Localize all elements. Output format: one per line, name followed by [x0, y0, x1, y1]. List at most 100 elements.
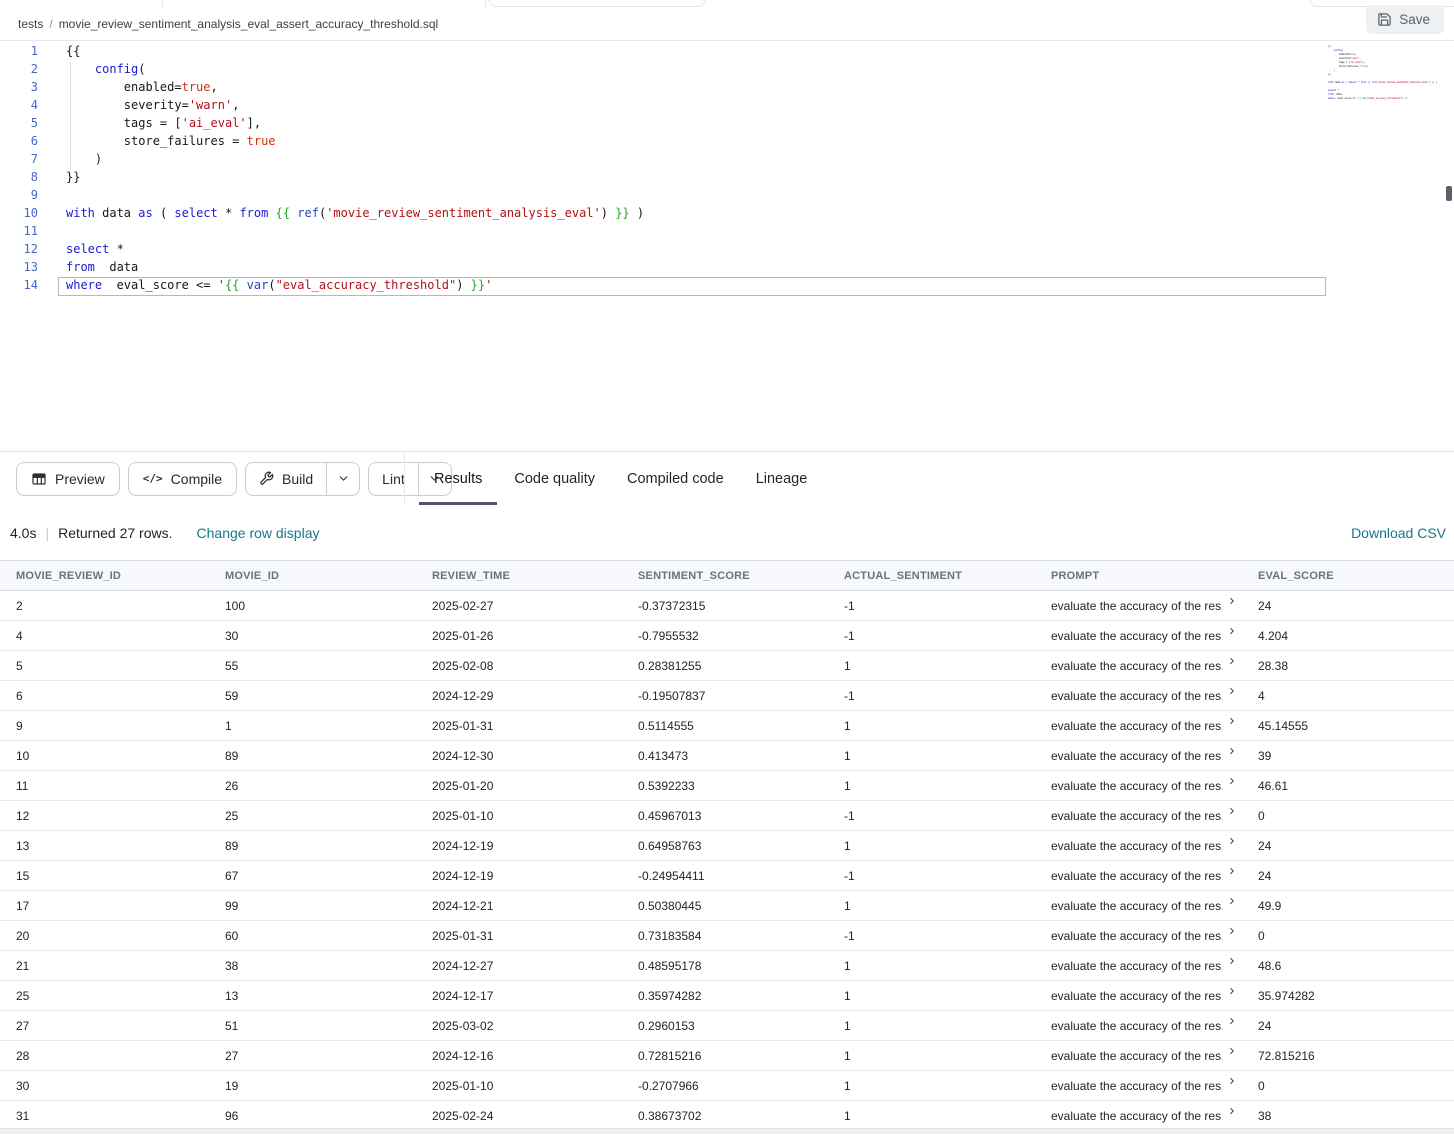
line-number: 8 — [0, 170, 38, 188]
eval-score-cell: 39 — [1242, 741, 1454, 771]
table-row: 15672024-12-19-0.24954411-1evaluate the … — [0, 861, 1454, 891]
prompt-cell: evaluate the accuracy of the res… — [1035, 681, 1242, 711]
save-icon — [1377, 12, 1392, 27]
eval-score-cell: 4.204 — [1242, 621, 1454, 651]
preview-button[interactable]: Preview — [16, 462, 120, 496]
cell: 96 — [209, 1101, 416, 1131]
prompt-expand-chevron-icon[interactable] — [1227, 1105, 1237, 1119]
column-header-movie-review-id[interactable]: MOVIE_REVIEW_ID — [0, 561, 209, 591]
prompt-expand-chevron-icon[interactable] — [1227, 655, 1237, 669]
cell: -0.24954411 — [622, 861, 828, 891]
prompt-expand-chevron-icon[interactable] — [1227, 955, 1237, 969]
tab-lineage[interactable]: Lineage — [741, 452, 823, 505]
prompt-preview-text: evaluate the accuracy of the res… — [1051, 929, 1223, 943]
code-line[interactable]: where eval_score <= '{{ var("eval_accura… — [66, 278, 1454, 296]
minimap[interactable]: {{ config( enabled=true, severity='warn'… — [1328, 45, 1446, 101]
line-number: 5 — [0, 116, 38, 134]
prompt-expand-chevron-icon[interactable] — [1227, 715, 1237, 729]
prompt-expand-chevron-icon[interactable] — [1227, 985, 1237, 999]
save-button[interactable]: Save — [1366, 5, 1444, 34]
code-line[interactable]: enabled=true, — [66, 80, 1454, 98]
cell: 1 — [828, 651, 1035, 681]
line-number: 7 — [0, 152, 38, 170]
prompt-expand-chevron-icon[interactable] — [1227, 1045, 1237, 1059]
cell: 2024-12-29 — [416, 681, 622, 711]
code-line[interactable]: tags = ['ai_eval'], — [66, 116, 1454, 134]
cell: -1 — [828, 861, 1035, 891]
change-row-display-link[interactable]: Change row display — [197, 525, 320, 541]
build-label: Build — [282, 471, 313, 487]
cell: -1 — [828, 621, 1035, 651]
code-lines[interactable]: {{ config( enabled=true, severity='warn'… — [58, 44, 1454, 296]
column-header-prompt[interactable]: PROMPT — [1035, 561, 1242, 591]
cell: 89 — [209, 741, 416, 771]
code-line[interactable]: {{ — [66, 44, 1454, 62]
cell: 100 — [209, 591, 416, 621]
cell: 67 — [209, 861, 416, 891]
code-line[interactable]: from data — [66, 260, 1454, 278]
column-header-actual-sentiment[interactable]: ACTUAL_SENTIMENT — [828, 561, 1035, 591]
tab-code-quality[interactable]: Code quality — [499, 452, 610, 505]
prompt-expand-chevron-icon[interactable] — [1227, 1015, 1237, 1029]
column-header-eval-score[interactable]: EVAL_SCORE — [1242, 561, 1454, 591]
cell: 1 — [828, 711, 1035, 741]
code-line[interactable]: config( — [66, 62, 1454, 80]
table-row: 912025-01-310.51145551evaluate the accur… — [0, 711, 1454, 741]
column-header-sentiment-score[interactable]: SENTIMENT_SCORE — [622, 561, 828, 591]
prompt-expand-chevron-icon[interactable] — [1227, 925, 1237, 939]
code-line[interactable]: }} — [66, 170, 1454, 188]
code-line[interactable]: store_failures = true — [66, 134, 1454, 152]
code-line[interactable]: with data as ( select * from {{ ref('mov… — [66, 206, 1454, 224]
prompt-expand-chevron-icon[interactable] — [1227, 1075, 1237, 1089]
breadcrumb: tests / movie_review_sentiment_analysis_… — [18, 17, 438, 31]
prompt-preview-text: evaluate the accuracy of the res… — [1051, 779, 1223, 793]
prompt-cell: evaluate the accuracy of the res… — [1035, 1041, 1242, 1071]
prompt-expand-chevron-icon[interactable] — [1227, 595, 1237, 609]
build-button[interactable]: Build — [246, 463, 326, 495]
breadcrumb-root[interactable]: tests — [18, 17, 43, 31]
download-csv-link[interactable]: Download CSV — [1351, 525, 1446, 541]
cell: 2025-01-26 — [416, 621, 622, 651]
lint-label: Lint — [382, 471, 405, 487]
prompt-expand-chevron-icon[interactable] — [1227, 625, 1237, 639]
prompt-expand-chevron-icon[interactable] — [1227, 835, 1237, 849]
eval-score-cell: 0 — [1242, 801, 1454, 831]
horizontal-scrollbar[interactable] — [0, 1128, 1454, 1134]
cell: 13 — [209, 981, 416, 1011]
editor-scrollbar-thumb[interactable] — [1446, 186, 1452, 201]
cell: 27 — [209, 1041, 416, 1071]
cell: 59 — [209, 681, 416, 711]
cell: 2025-01-31 — [416, 921, 622, 951]
code-line[interactable]: ) — [66, 152, 1454, 170]
cell: -0.2707966 — [622, 1071, 828, 1101]
prompt-preview-text: evaluate the accuracy of the res… — [1051, 599, 1223, 613]
code-line[interactable]: select * — [66, 242, 1454, 260]
code-line[interactable]: severity='warn', — [66, 98, 1454, 116]
column-header-movie-id[interactable]: MOVIE_ID — [209, 561, 416, 591]
tab-compiled-code[interactable]: Compiled code — [612, 452, 739, 505]
code-line: where eval_score <= '{{ var("eval_accura… — [1328, 97, 1446, 101]
prompt-cell: evaluate the accuracy of the res… — [1035, 711, 1242, 741]
code-line[interactable] — [66, 188, 1454, 206]
prompt-expand-chevron-icon[interactable] — [1227, 745, 1237, 759]
compile-button[interactable]: </> Compile — [128, 462, 237, 496]
code-line: with data as ( select * from {{ ref('mov… — [1328, 81, 1446, 85]
prompt-cell: evaluate the accuracy of the res… — [1035, 621, 1242, 651]
tab-results[interactable]: Results — [419, 452, 497, 505]
column-header-review-time[interactable]: REVIEW_TIME — [416, 561, 622, 591]
prompt-expand-chevron-icon[interactable] — [1227, 775, 1237, 789]
cell: 26 — [209, 771, 416, 801]
code-line[interactable] — [66, 224, 1454, 242]
prompt-expand-chevron-icon[interactable] — [1227, 865, 1237, 879]
prompt-expand-chevron-icon[interactable] — [1227, 805, 1237, 819]
cell: 60 — [209, 921, 416, 951]
eval-score-cell: 4 — [1242, 681, 1454, 711]
cell: 20 — [0, 921, 209, 951]
eval-score-cell: 0 — [1242, 921, 1454, 951]
indent-guide — [70, 62, 71, 170]
code-editor[interactable]: 1234567891011121314 {{ config( enabled=t… — [0, 41, 1454, 452]
prompt-expand-chevron-icon[interactable] — [1227, 685, 1237, 699]
prompt-cell: evaluate the accuracy of the res… — [1035, 861, 1242, 891]
build-dropdown-button[interactable] — [326, 463, 359, 495]
prompt-expand-chevron-icon[interactable] — [1227, 895, 1237, 909]
